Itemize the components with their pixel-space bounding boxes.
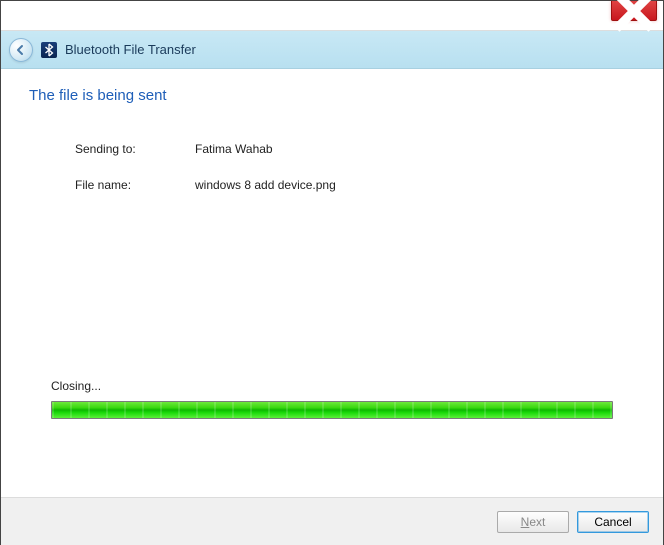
back-button[interactable] [9, 38, 33, 62]
sending-to-label: Sending to: [75, 142, 195, 156]
file-name-value: windows 8 add device.png [195, 178, 336, 192]
progress-fill [52, 402, 612, 418]
sending-to-value: Fatima Wahab [195, 142, 273, 156]
next-button[interactable]: Next [497, 511, 569, 533]
cancel-button[interactable]: Cancel [577, 511, 649, 533]
close-icon [612, 0, 656, 33]
transfer-info: Sending to: Fatima Wahab File name: wind… [29, 142, 635, 192]
next-button-label: ext [529, 515, 545, 529]
file-name-label: File name: [75, 178, 195, 192]
progress-bar [51, 401, 613, 419]
progress-status-label: Closing... [51, 379, 613, 393]
close-button[interactable] [611, 1, 657, 21]
window-title: Bluetooth File Transfer [65, 42, 196, 57]
wizard-footer: Next Cancel [1, 497, 663, 545]
bluetooth-icon [41, 42, 57, 58]
wizard-content: The file is being sent Sending to: Fatim… [1, 69, 663, 497]
back-arrow-icon [15, 44, 27, 56]
file-name-row: File name: windows 8 add device.png [75, 178, 635, 192]
page-heading: The file is being sent [29, 87, 635, 104]
progress-section: Closing... [51, 379, 613, 419]
wizard-header: Bluetooth File Transfer [1, 31, 663, 69]
window-titlebar [1, 1, 663, 31]
sending-to-row: Sending to: Fatima Wahab [75, 142, 635, 156]
